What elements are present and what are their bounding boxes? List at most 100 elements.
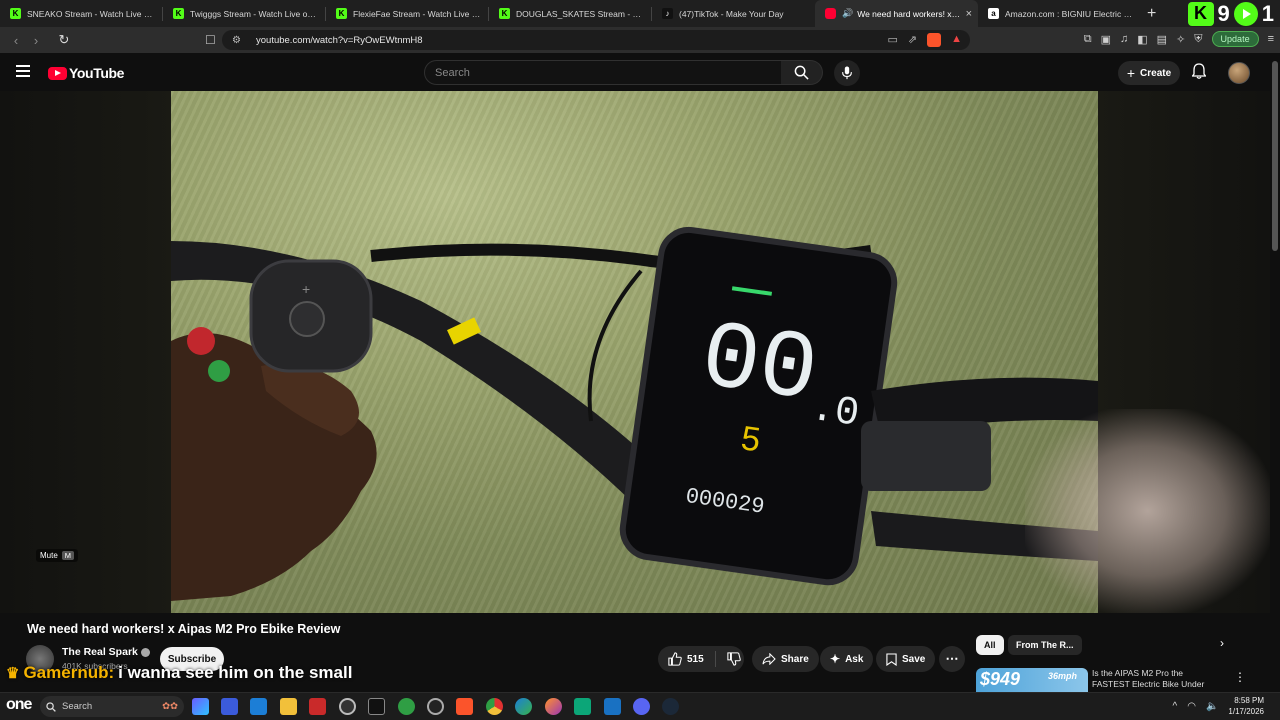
chrome-icon[interactable]: [398, 698, 415, 715]
tulips-icon: ✿✿: [162, 701, 178, 712]
site-info-icon[interactable]: ⚙: [232, 35, 241, 46]
sparkle-icon: ✦: [830, 652, 841, 666]
share-button[interactable]: Share: [752, 646, 819, 672]
related-video-title[interactable]: Is the AIPAS M2 Pro the FASTEST Electric…: [1092, 668, 1222, 692]
dislike-button[interactable]: [727, 652, 741, 666]
update-button[interactable]: Update: [1211, 31, 1259, 47]
scrollbar-thumb[interactable]: [1272, 61, 1278, 251]
play-extension-icon[interactable]: [1233, 1, 1258, 26]
file-explorer-icon[interactable]: [280, 698, 297, 715]
kick-icon: K: [173, 8, 184, 19]
tab-strip-extensions: K 9 1: [1187, 0, 1280, 27]
tab-groups-icon[interactable]: ▤: [1157, 33, 1167, 46]
browser-tab[interactable]: K DOUGLAS_SKATES Stream - Watch Live on …: [489, 0, 652, 27]
channel-name-link[interactable]: The Real Spark: [62, 646, 150, 658]
discord-icon[interactable]: [633, 698, 650, 715]
like-dislike-group: 515: [658, 646, 744, 672]
browser-tab[interactable]: K SNEAKO Stream - Watch Live on Kick: [0, 0, 163, 27]
steam-icon[interactable]: [662, 698, 679, 715]
ask-button[interactable]: ✦ Ask: [820, 646, 874, 672]
app-icon[interactable]: [221, 698, 238, 715]
edge-icon[interactable]: [515, 698, 532, 715]
chrome-icon-2[interactable]: [486, 698, 503, 715]
obs-icon[interactable]: [427, 698, 444, 715]
kick-extension-icon[interactable]: K: [1187, 1, 1214, 26]
chip-all[interactable]: All: [976, 635, 1004, 655]
chip-from-channel[interactable]: From The R...: [1008, 635, 1082, 655]
browser-tab[interactable]: K FlexieFae Stream - Watch Live on Kick: [326, 0, 489, 27]
forward-icon[interactable]: ›: [26, 30, 46, 50]
taskbar-search[interactable]: Search ✿✿: [40, 696, 184, 717]
wifi-icon[interactable]: ◠: [1187, 701, 1196, 712]
clock-app-icon[interactable]: [339, 698, 356, 715]
browser-tab[interactable]: ♪ (47)TikTok - Make Your Day: [652, 0, 815, 27]
thumbs-down-icon: [727, 652, 741, 666]
volume-icon[interactable]: 🔈: [1206, 701, 1218, 712]
capcut-icon[interactable]: [368, 698, 385, 715]
cast-icon[interactable]: ▭: [887, 33, 897, 47]
sidebar-icon[interactable]: ◧: [1137, 33, 1147, 46]
youtube-wordmark: YouTube: [69, 65, 125, 81]
chevron-right-icon[interactable]: ›: [1220, 636, 1224, 650]
guide-menu-icon[interactable]: [16, 65, 30, 77]
rdp-icon[interactable]: [250, 698, 267, 715]
webcam-overlay: [1025, 409, 1270, 613]
browser-tab-active[interactable]: 🔊 We need hard workers! x Aipas M2 Pro E…: [815, 0, 978, 27]
brave-rewards-icon[interactable]: ▲: [951, 33, 962, 47]
search-icon: [46, 701, 56, 712]
create-button[interactable]: + Create: [1118, 61, 1180, 85]
share-label: Share: [781, 653, 809, 665]
microphone-icon: [842, 66, 852, 80]
tab-title: Twigggs Stream - Watch Live on Kick: [190, 8, 320, 19]
bookmark-save-icon: [886, 652, 897, 666]
share-page-icon[interactable]: ⇗: [908, 33, 917, 47]
youtube-icon: [825, 8, 836, 19]
kebab-menu-icon[interactable]: ⋮: [1234, 670, 1246, 684]
account-avatar[interactable]: [1228, 62, 1250, 84]
close-tab-icon[interactable]: ×: [966, 8, 972, 20]
reload-icon[interactable]: ↻: [54, 30, 74, 50]
bookmark-icon[interactable]: ☐: [205, 33, 216, 47]
share-icon: [762, 653, 776, 665]
search-input[interactable]: Search: [424, 60, 782, 85]
copilot-icon[interactable]: [192, 698, 209, 715]
start-button[interactable]: one: [6, 696, 32, 714]
firefox-icon[interactable]: [545, 698, 562, 715]
leo-icon[interactable]: ✧: [1176, 33, 1185, 46]
back-icon[interactable]: ‹: [6, 30, 26, 50]
calendar-icon[interactable]: [309, 698, 326, 715]
youtube-logo[interactable]: YouTube: [48, 65, 124, 81]
extension-count-2: 1: [1261, 0, 1274, 26]
browser-tab[interactable]: K Twigggs Stream - Watch Live on Kick: [163, 0, 326, 27]
like-button[interactable]: 515: [658, 646, 704, 672]
brave-shields-icon[interactable]: [927, 33, 942, 47]
vpn-icon[interactable]: ⛨: [1194, 33, 1202, 46]
speaker-icon[interactable]: 🔊: [842, 8, 853, 19]
address-bar[interactable]: ☐ ⚙ youtube.com/watch?v=RyOwEWtnmH8 ▭ ⇗ …: [205, 30, 970, 50]
clock[interactable]: 8:58 PM 1/17/2026: [1228, 695, 1264, 717]
browser-tab[interactable]: a Amazon.com : BIGNIU Electric Dirt Bike: [978, 0, 1141, 27]
clock-date: 1/17/2026: [1228, 707, 1264, 716]
app-icon-2[interactable]: [574, 698, 591, 715]
new-tab-button[interactable]: +: [1147, 5, 1156, 23]
clock-time: 8:58 PM: [1234, 696, 1264, 705]
save-button[interactable]: Save: [876, 646, 936, 672]
page-scrollbar[interactable]: [1270, 53, 1280, 693]
like-count: 515: [687, 653, 704, 665]
menu-icon[interactable]: ≡: [1268, 33, 1274, 45]
video-frame[interactable]: + 00 .0 5 000029: [171, 91, 1098, 613]
media-icon[interactable]: ♫: [1120, 33, 1128, 45]
more-actions-button[interactable]: ⋯: [939, 646, 965, 672]
vscode-icon[interactable]: [604, 698, 621, 715]
extensions-icon[interactable]: ⧉: [1084, 33, 1092, 46]
tab-title: FlexieFae Stream - Watch Live on Kick: [353, 8, 483, 19]
search-button[interactable]: [781, 60, 823, 85]
mute-tooltip: Mute M: [36, 549, 79, 562]
voice-search-button[interactable]: [834, 60, 860, 86]
wallet-icon[interactable]: ▣: [1101, 33, 1111, 46]
related-video-thumbnail[interactable]: $949 36mph: [976, 668, 1088, 692]
brave-icon[interactable]: [456, 698, 473, 715]
video-player[interactable]: + 00 .0 5 000029 Mute M: [0, 91, 1270, 613]
notifications-button[interactable]: [1191, 63, 1207, 84]
chevron-up-icon[interactable]: ^: [1173, 701, 1178, 712]
